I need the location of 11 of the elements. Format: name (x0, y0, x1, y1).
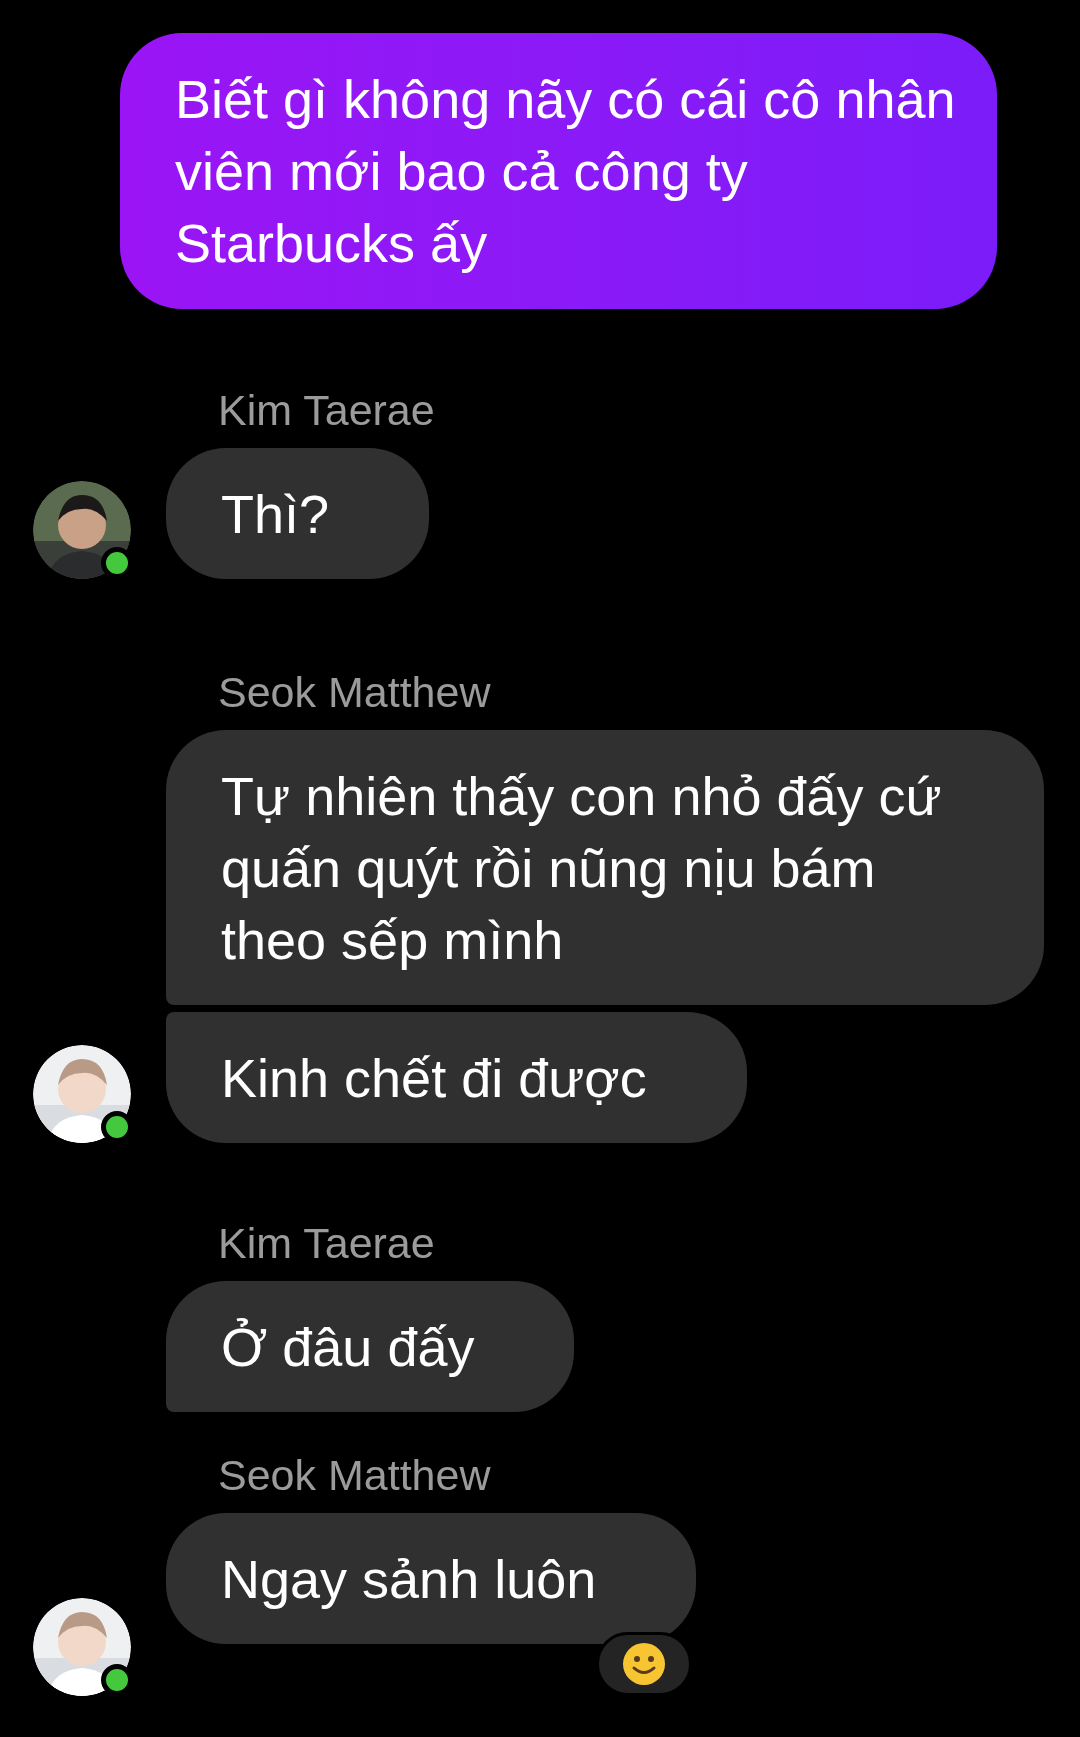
sender-name: Kim Taerae (218, 1220, 436, 1266)
sender-name: Seok Matthew (218, 669, 492, 715)
smiley-face-icon (622, 1642, 667, 1686)
sender-name: Seok Matthew (218, 1452, 492, 1498)
sent-message-bubble: Biết gì không nãy có cái cô nhân viên mới bao cả công ty Starbucks ấy (120, 33, 997, 309)
received-message-bubble: Ở đâu đấy (166, 1281, 575, 1412)
received-message-bubble: Kinh chết đi được (166, 1012, 747, 1143)
received-message-bubble: Thì? (166, 448, 430, 579)
sender-name: Kim Taerae (218, 387, 436, 433)
received-message-bubble: Tự nhiên thấy con nhỏ đấy cứ quấn quýt rồi nũng nịu bám theo sếp mình (166, 730, 1044, 1005)
received-message-bubble: Ngay sảnh luôn (166, 1513, 697, 1644)
